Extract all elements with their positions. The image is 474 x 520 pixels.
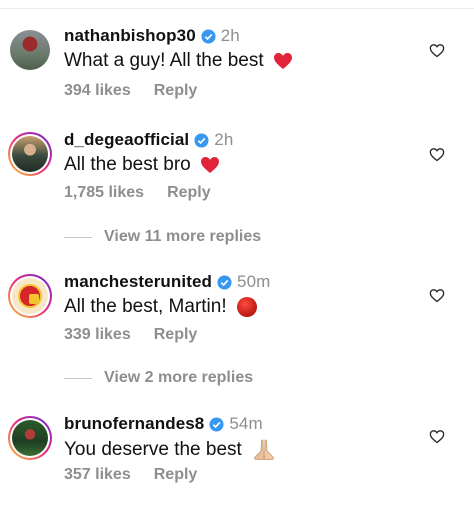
like-count[interactable]: 339 likes — [64, 326, 131, 344]
avatar[interactable] — [8, 416, 52, 460]
comment-item: nathanbishop30 2h What a guy! All the be… — [0, 22, 474, 132]
reply-button[interactable]: Reply — [154, 326, 198, 344]
like-count[interactable]: 357 likes — [64, 466, 131, 484]
red-heart-icon — [273, 52, 292, 69]
comment-item: d_degeaofficial 2h All the best bro 1,78… — [0, 126, 474, 245]
username[interactable]: brunofernandes8 — [64, 414, 204, 434]
comment-text: All the best, Martin! — [64, 296, 227, 318]
reply-button[interactable]: Reply — [154, 466, 198, 484]
comment-text: You deserve the best — [64, 439, 242, 461]
club-crest-icon — [18, 284, 42, 308]
comment-item: manchesterunited 50m All the best, Marti… — [0, 268, 474, 386]
like-count[interactable]: 394 likes — [64, 82, 131, 100]
comment-text: What a guy! All the best — [64, 50, 264, 71]
comment-item: brunofernandes8 54m You deserve the best… — [0, 410, 474, 520]
verified-badge-icon — [194, 132, 209, 148]
username[interactable]: nathanbishop30 — [64, 26, 196, 46]
verified-badge-icon — [209, 416, 224, 432]
like-heart-icon[interactable] — [429, 429, 445, 444]
verified-badge-icon — [217, 274, 232, 290]
view-more-replies[interactable]: View 11 more replies — [64, 228, 261, 246]
verified-badge-icon — [201, 28, 216, 44]
like-heart-icon[interactable] — [429, 288, 445, 303]
folded-hands-icon — [254, 439, 275, 460]
avatar[interactable] — [8, 28, 52, 72]
avatar[interactable] — [8, 132, 52, 176]
view-more-replies[interactable]: View 2 more replies — [64, 369, 253, 387]
like-count[interactable]: 1,785 likes — [64, 184, 144, 202]
top-divider — [0, 8, 474, 9]
reply-button[interactable]: Reply — [167, 184, 211, 202]
replies-divider — [64, 236, 92, 238]
avatar[interactable] — [8, 274, 52, 318]
replies-divider — [64, 377, 92, 379]
comment-text: All the best bro — [64, 154, 191, 175]
username[interactable]: manchesterunited — [64, 272, 212, 292]
red-heart-icon — [201, 156, 220, 173]
comment-time: 2h — [220, 26, 240, 45]
comment-time: 50m — [237, 272, 271, 291]
view-replies-label: View 11 more replies — [104, 228, 262, 245]
view-replies-label: View 2 more replies — [104, 369, 254, 386]
like-heart-icon[interactable] — [429, 43, 445, 58]
username[interactable]: d_degeaofficial — [64, 130, 189, 150]
comment-time: 54m — [229, 414, 263, 433]
red-circle-icon — [236, 297, 257, 317]
reply-button[interactable]: Reply — [154, 82, 198, 100]
like-heart-icon[interactable] — [429, 147, 445, 162]
comment-time: 2h — [214, 130, 234, 149]
